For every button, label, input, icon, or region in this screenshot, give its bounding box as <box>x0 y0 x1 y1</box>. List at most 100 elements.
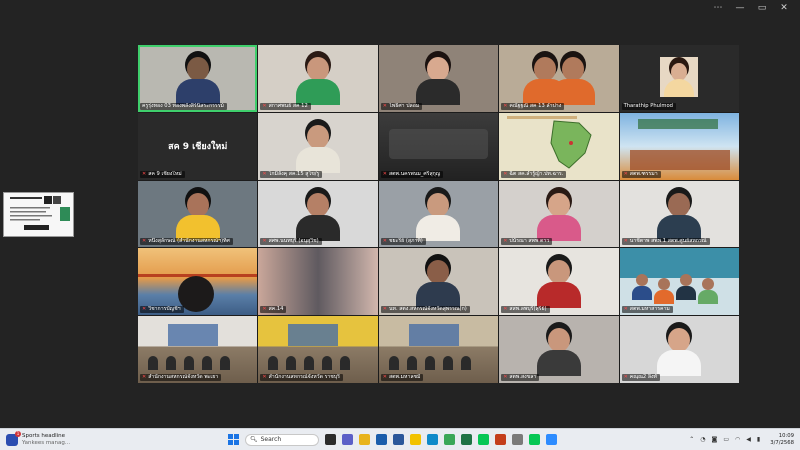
participant-tile[interactable]: ✕ สตพ.สงขลา <box>499 316 619 383</box>
participant-tile[interactable]: สค 9 เชียงใหม่ ✕ สค 9 เชียงใหม่ <box>138 112 258 180</box>
participant-name: สตพ.มหาลชมี <box>389 374 421 380</box>
participant-tile[interactable]: ✕ สค.14 <box>258 248 378 316</box>
participant-name-label: ✕ ชยะรีย์ (สุภาทิ้) <box>380 238 426 246</box>
video-feed <box>138 316 258 383</box>
participant-tile[interactable]: ✕ สศพ.นนทบุรี (อนุสุวิช) <box>258 180 378 248</box>
participant-name: สสพ.ลพบุรี(สุรีย์) <box>509 306 547 313</box>
participant-name-card: สค 9 เชียงใหม่ <box>138 112 258 180</box>
mic-muted-icon: ✕ <box>262 374 267 380</box>
participant-tile[interactable]: ✕ สำนักงานสหกรณ์จังหวัด พะเยา <box>138 316 258 383</box>
search-box[interactable]: 🔍︎ Search <box>245 433 319 446</box>
zoom-icon[interactable] <box>546 434 557 445</box>
participant-figure <box>175 57 220 105</box>
camera-icon[interactable]: ◙ <box>712 436 718 443</box>
participant-tile[interactable]: ✕ ฉิต สค.ลำรู้ญ้า.ปท.ฉาร. <box>499 112 619 180</box>
participant-tile[interactable]: ✕ โกมิลังคุ สค.15 สูโข/รู <box>258 112 378 180</box>
task-view-icon[interactable] <box>325 434 336 445</box>
participant-name: ปนัรณา สพพ ดาว <box>509 238 550 245</box>
participant-tile[interactable]: ✕ โพธิศา ปลอม <box>378 45 499 112</box>
chevron-up-icon[interactable]: ⌃ <box>689 436 694 443</box>
mic-muted-icon: ✕ <box>142 374 147 380</box>
network-icon[interactable]: ◔ <box>700 436 705 443</box>
maximize-button[interactable]: ▭ <box>754 0 770 16</box>
participant-name: ฉิต สค.ลำรู้ญ้า.ปท.ฉาร. <box>509 170 564 177</box>
news-widget[interactable]: 1 Sports headline Yankees manag... <box>6 430 146 446</box>
news-icon: 1 <box>6 430 21 446</box>
participant-tile[interactable]: ครูรุ่งทอง 03 ทองพลังสิร์นิสระกรรรม์ <box>138 45 258 112</box>
volume-icon[interactable]: ◀ <box>746 436 751 443</box>
participant-name-label: ✕ นาชีตาพ สพพ 1 สตพ.ศูนย์สหกรณ์ <box>621 238 710 246</box>
participant-figure <box>296 57 341 105</box>
excel-icon[interactable] <box>461 434 472 445</box>
participant-name-label: ✕ สค 9 เชียงใหม่ <box>140 170 185 178</box>
participant-tile[interactable]: ✕ หนึ่งสุลักษณ์ (สำนักงานสหกรณ์ฯ)ทิศ <box>138 180 258 248</box>
clock[interactable]: 10:09 3/7/2568 <box>770 433 794 447</box>
participant-tile[interactable]: Tharathip Phulmod <box>619 45 739 112</box>
battery-icon[interactable]: ▮ <box>757 436 760 443</box>
participant-figure <box>416 260 461 309</box>
participant-tile[interactable]: ✕ สำนักงานสหกรณ์จังหวัด ราชบุรี <box>258 316 378 383</box>
search-icon: 🔍︎ <box>250 436 258 443</box>
window-controls: ⋯ — ▭ ✕ <box>710 0 792 16</box>
line-alt-icon[interactable] <box>529 434 540 445</box>
search-label: Search <box>260 436 282 443</box>
taskbar-center: 🔍︎ Search <box>228 429 557 450</box>
mic-muted-icon: ✕ <box>503 306 508 313</box>
line-icon[interactable] <box>478 434 489 445</box>
participant-figure <box>657 328 702 377</box>
participant-name: สตพ.ฑรรมา <box>629 170 658 177</box>
participant-tile[interactable]: ✕ สกาศพนธ์ สค 12 <box>258 45 378 112</box>
notes-icon[interactable] <box>512 434 523 445</box>
powerpoint-icon[interactable] <box>495 434 506 445</box>
participant-name: Tharathip Phulmod <box>623 102 673 109</box>
participant-tile[interactable]: ✕ ปนัรณา สพพ ดาว <box>499 180 619 248</box>
participant-tile[interactable]: ✕ นท. สตง.สหกรณ์จังหวัดสุพรรณ(ก) <box>378 248 499 316</box>
participant-name: ครูรุ่งทอง 03 ทองพลังสิร์นิสระกรรรม์ <box>142 102 224 109</box>
participant-name: ชยะรีย์ (สุภาทิ้) <box>389 238 423 245</box>
minimize-button[interactable]: — <box>732 0 748 16</box>
participant-figure <box>536 192 581 241</box>
teams-icon[interactable] <box>342 434 353 445</box>
participant-name-label: ครูรุ่งทอง 03 ทองพลังสิร์นิสระกรรรม์ <box>140 102 227 110</box>
participant-name-label: ✕ สค.14 <box>260 306 287 314</box>
participant-tile[interactable]: ✕ วิชาการบัญชีฯ <box>138 248 258 316</box>
participant-tile[interactable]: ✕ สสพ.ลพบุรี(สุรีย์) <box>499 248 619 316</box>
participant-name-label: ✕ สำนักงานสหกรณ์จังหวัด พะเยา <box>140 374 222 381</box>
wifi-icon[interactable]: ◠ <box>735 436 740 443</box>
file-explorer-icon[interactable] <box>410 434 421 445</box>
start-button-icon[interactable] <box>228 434 239 445</box>
video-feed <box>499 113 618 180</box>
video-feed <box>379 181 498 248</box>
mic-muted-icon: ✕ <box>503 170 508 177</box>
participant-tile[interactable]: ✕ คณฺณ2 ลิ้งทั <box>619 316 739 383</box>
participant-tile[interactable]: ✕ นาชีตาพ สพพ 1 สตพ.ศูนย์สหกรณ์ <box>619 180 739 248</box>
chrome-icon[interactable] <box>359 434 370 445</box>
participant-name-label: ✕ ฉิต สค.ลำรู้ญ้า.ปท.ฉาร. <box>501 170 567 178</box>
video-feed <box>378 112 499 180</box>
participant-tile[interactable]: ✕ สตพ.ฑรรมา <box>619 112 739 180</box>
mic-muted-icon: ✕ <box>262 306 267 313</box>
monitor-icon[interactable]: ▭ <box>723 436 729 443</box>
participant-tile[interactable]: ✕ คณัฐฐณี สค 13 ลำปาง <box>499 45 619 112</box>
video-feed <box>138 45 257 112</box>
participant-figure <box>416 192 461 241</box>
chrome-alt-icon[interactable] <box>444 434 455 445</box>
mic-muted-icon: ✕ <box>623 374 628 380</box>
participant-name-label: ✕ โกมิลังคุ สค.15 สูโข/รู <box>260 170 323 178</box>
video-feed <box>619 248 739 315</box>
participant-figure <box>296 192 341 241</box>
participant-tile[interactable]: ✕ สตพ.นครพนม_ศรีสุกุญ <box>378 112 499 180</box>
video-feed <box>138 248 258 316</box>
participant-name-label: ✕ หนึ่งสุลักษณ์ (สำนักงานสหกรณ์ฯ)ทิศ <box>140 238 233 246</box>
edge-icon[interactable] <box>427 434 438 445</box>
more-options-icon[interactable]: ⋯ <box>710 0 726 16</box>
word-icon[interactable] <box>393 434 404 445</box>
participant-tile[interactable]: ✕ สตพ.มหาลชมี <box>378 316 499 383</box>
participant-name-label: ✕ คณัฐฐณี สค 13 ลำปาง <box>501 102 565 110</box>
close-button[interactable]: ✕ <box>776 0 792 16</box>
participant-tile[interactable]: ✕ สตพ.มหาสารคาม <box>619 248 739 316</box>
word-blue-icon[interactable] <box>376 434 387 445</box>
shared-screen-thumbnail[interactable] <box>3 192 74 237</box>
video-feed <box>258 248 378 316</box>
participant-tile[interactable]: ✕ ชยะรีย์ (สุภาทิ้) <box>378 180 499 248</box>
